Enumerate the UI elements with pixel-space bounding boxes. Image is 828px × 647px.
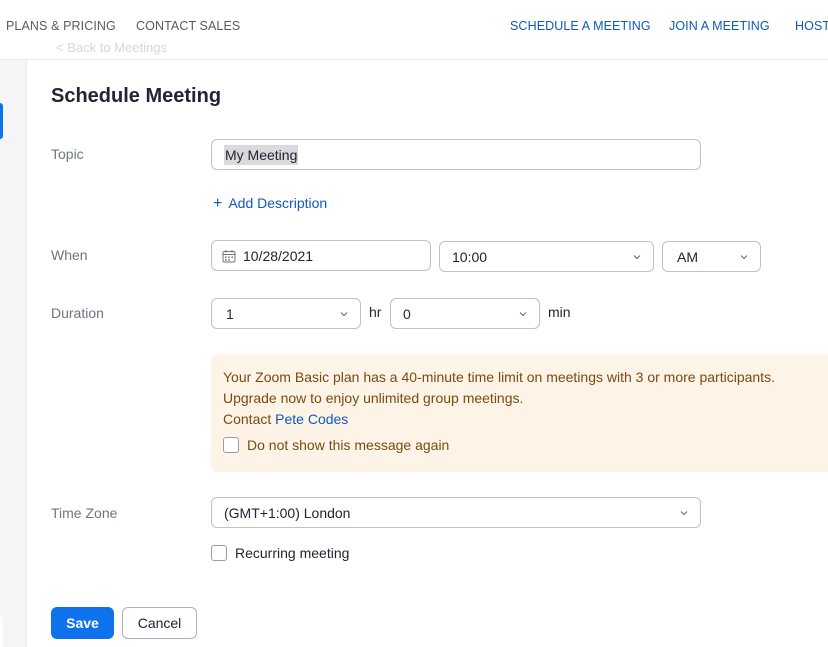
sidebar-active-indicator — [0, 103, 3, 139]
nav-join-meeting[interactable]: JOIN A MEETING — [669, 19, 770, 33]
duration-hours-value: 1 — [226, 305, 234, 322]
contact-admin-link[interactable]: Pete Codes — [275, 411, 348, 427]
notice-contact-prefix: Contact — [223, 411, 276, 427]
duration-minutes-value: 0 — [403, 305, 411, 322]
chevron-down-icon — [740, 255, 748, 260]
hours-unit-label: hr — [369, 304, 382, 320]
recurring-label: Recurring meeting — [235, 545, 350, 561]
chevron-down-icon — [680, 511, 688, 516]
chevron-down-icon — [340, 312, 348, 317]
notice-line-2: Upgrade now to enjoy unlimited group mee… — [223, 390, 524, 406]
save-button[interactable]: Save — [51, 607, 114, 639]
notice-line-1: Your Zoom Basic plan has a 40-minute tim… — [223, 369, 775, 385]
when-label: When — [51, 247, 88, 263]
notice-contact-line: Contact Pete Codes — [223, 409, 348, 430]
back-to-meetings-ghost: < Back to Meetings — [56, 40, 167, 55]
left-sidebar-rail — [0, 60, 27, 647]
recurring-checkbox[interactable] — [211, 545, 227, 561]
dont-show-checkbox[interactable] — [223, 437, 239, 453]
topic-label: Topic — [51, 146, 84, 162]
top-navigation-bar: PLANS & PRICING CONTACT SALES SCHEDULE A… — [0, 0, 828, 60]
duration-minutes-select[interactable]: 0 — [390, 298, 540, 329]
ampm-select[interactable]: AM — [662, 241, 761, 272]
dont-show-label: Do not show this message again — [247, 437, 450, 453]
topic-input[interactable]: My Meeting — [211, 139, 701, 170]
nav-schedule-meeting[interactable]: SCHEDULE A MEETING — [510, 19, 651, 33]
chevron-down-icon — [519, 312, 527, 317]
timezone-value: (GMT+1:00) London — [224, 504, 351, 521]
time-select[interactable]: 10:00 — [439, 241, 654, 272]
duration-hours-select[interactable]: 1 — [211, 298, 361, 329]
timezone-label: Time Zone — [51, 505, 118, 521]
time-value: 10:00 — [452, 248, 488, 265]
page-title: Schedule Meeting — [51, 85, 222, 107]
ampm-value: AM — [677, 248, 698, 265]
chevron-down-icon — [633, 255, 641, 260]
nav-host[interactable]: HOST — [795, 19, 828, 33]
sidebar-footer-gap — [0, 617, 3, 647]
calendar-icon — [222, 250, 236, 263]
nav-contact-sales[interactable]: CONTACT SALES — [136, 19, 240, 33]
minutes-unit-label: min — [548, 304, 571, 320]
plus-icon: + — [213, 195, 223, 212]
topic-value: My Meeting — [224, 144, 299, 165]
duration-label: Duration — [51, 305, 104, 321]
add-description-label: Add Description — [228, 195, 328, 211]
cancel-button[interactable]: Cancel — [122, 607, 197, 639]
add-description-link[interactable]: + Add Description — [213, 195, 327, 213]
nav-plans-pricing[interactable]: PLANS & PRICING — [6, 19, 116, 33]
date-picker-input[interactable]: 10/28/2021 — [211, 240, 431, 271]
plan-limit-notice: Your Zoom Basic plan has a 40-minute tim… — [211, 354, 828, 472]
timezone-select[interactable]: (GMT+1:00) London — [211, 497, 701, 528]
